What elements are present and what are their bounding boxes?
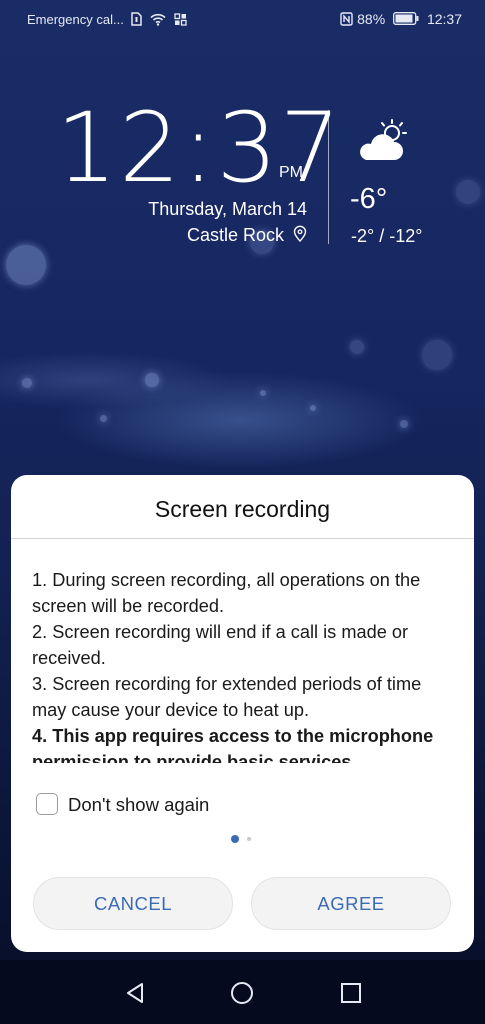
location-row: Castle Rock xyxy=(187,225,307,247)
ampm-label: PM xyxy=(279,164,303,181)
navigation-bar xyxy=(0,960,485,1024)
current-temperature: -6° xyxy=(350,183,388,215)
partly-cloudy-icon xyxy=(354,118,410,169)
date-label: Thursday, March 14 xyxy=(148,199,307,219)
page-dot-inactive xyxy=(247,837,251,841)
screen-recording-dialog: Screen recording 1. During screen record… xyxy=(11,475,474,952)
carrier-text: Emergency cal... xyxy=(27,12,124,27)
status-time: 12:37 xyxy=(426,11,462,27)
page-dot-active xyxy=(231,835,239,843)
status-bar: Emergency cal... 88% 12:37 xyxy=(0,0,485,40)
home-icon[interactable] xyxy=(229,980,255,1006)
location-pin-icon xyxy=(293,225,307,247)
dialog-line-2: 2. Screen recording will end if a call i… xyxy=(32,622,409,668)
temperature-range: -2° / -12° xyxy=(351,226,423,246)
battery-percent: 88% xyxy=(357,11,386,27)
dialog-line-3: 3. Screen recording for extended periods… xyxy=(32,674,422,720)
dialog-message[interactable]: 1. During screen recording, all operatio… xyxy=(32,567,456,763)
status-left: Emergency cal... xyxy=(27,12,187,29)
clock-weather-divider xyxy=(328,110,329,244)
status-right: 88% 12:37 xyxy=(336,11,462,29)
back-icon[interactable] xyxy=(123,980,149,1006)
dialog-line-1: 1. During screen recording, all operatio… xyxy=(32,570,421,616)
recents-icon[interactable] xyxy=(338,980,364,1006)
screen-record-icon xyxy=(174,12,187,29)
battery-icon xyxy=(393,12,419,28)
dialog-title: Screen recording xyxy=(154,496,331,522)
dont-show-again-checkbox[interactable] xyxy=(36,793,58,815)
wifi-icon xyxy=(150,13,166,29)
dialog-line-4: 4. This app requires access to the micro… xyxy=(32,726,434,763)
nfc-icon xyxy=(340,12,353,29)
sim-icon xyxy=(131,12,143,29)
dont-show-again-label[interactable]: Don't show again xyxy=(68,794,209,816)
dialog-divider xyxy=(11,538,474,539)
location-label: Castle Rock xyxy=(186,225,284,245)
agree-button[interactable]: AGREE xyxy=(251,877,451,930)
cancel-button[interactable]: CANCEL xyxy=(33,877,233,930)
